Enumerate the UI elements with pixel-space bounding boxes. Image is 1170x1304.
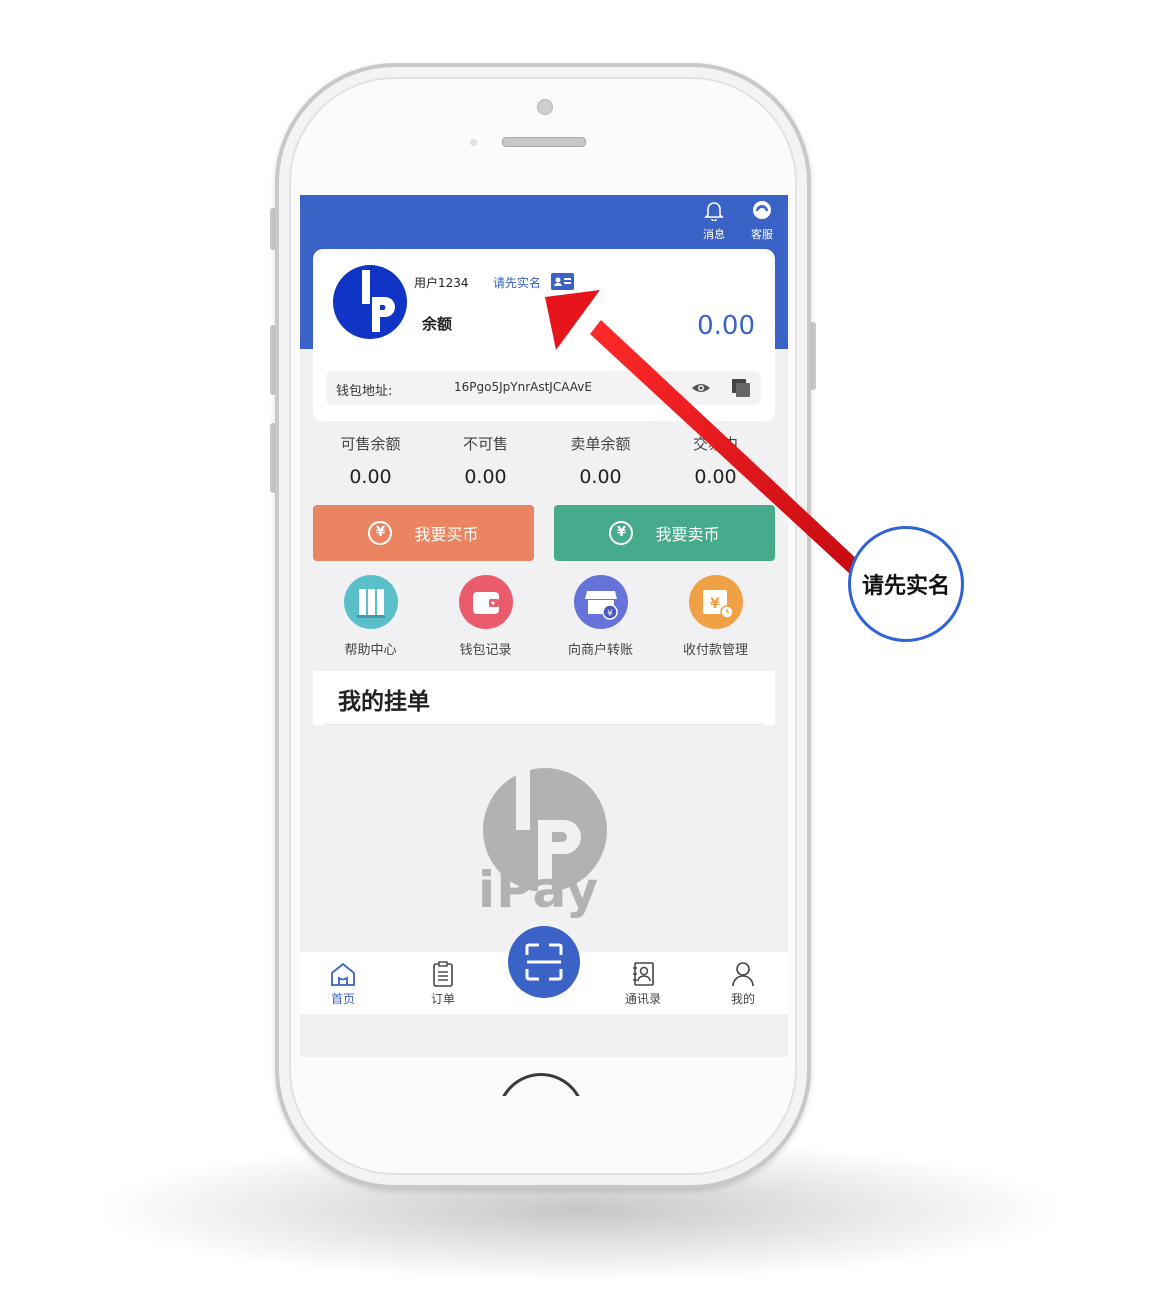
verify-callout: 请先实名 (848, 526, 964, 642)
red-arrow-annotation (545, 290, 860, 574)
